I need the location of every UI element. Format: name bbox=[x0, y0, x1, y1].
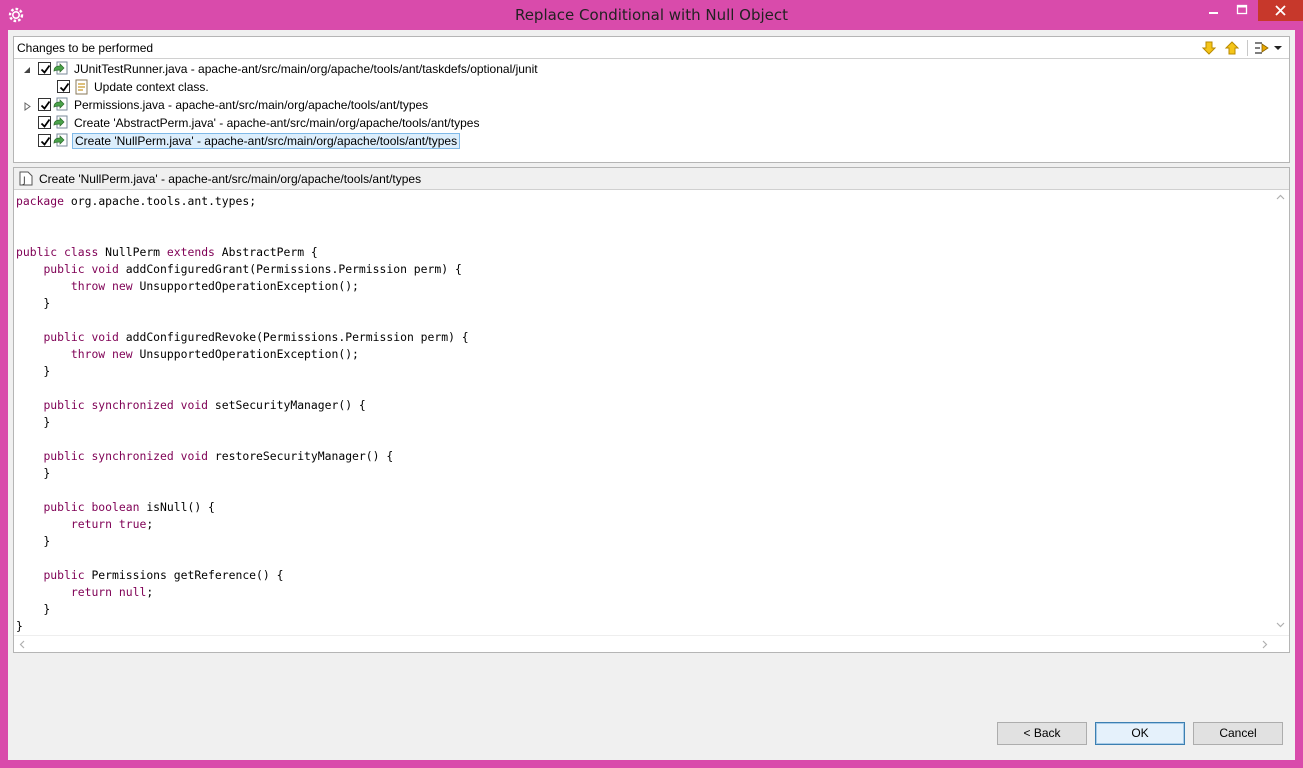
changes-title: Changes to be performed bbox=[17, 41, 154, 55]
code-line: } bbox=[16, 415, 51, 429]
checkbox[interactable] bbox=[38, 116, 51, 129]
code-line: throw new UnsupportedOperationException(… bbox=[70, 279, 359, 293]
tree-item-label: Update context class. bbox=[94, 80, 209, 94]
tree-item-label: Create 'NullPerm.java' - apache-ant/src/… bbox=[72, 133, 461, 149]
create-file-icon bbox=[53, 133, 69, 149]
tree-item-label: Permissions.java - apache-ant/src/main/o… bbox=[74, 98, 429, 112]
code-line: } bbox=[16, 602, 51, 616]
expanded-icon[interactable] bbox=[23, 64, 32, 73]
checkbox[interactable] bbox=[57, 80, 70, 93]
code-line: } bbox=[16, 534, 51, 548]
changes-panel: Changes to be performed JUnitTestRunner.… bbox=[13, 36, 1290, 163]
tree-item-update-context[interactable]: Update context class. bbox=[14, 78, 1289, 96]
tree-item-label: JUnitTestRunner.java - apache-ant/src/ma… bbox=[74, 62, 538, 76]
minimize-button[interactable] bbox=[1200, 0, 1227, 21]
ok-button[interactable]: OK bbox=[1095, 722, 1185, 745]
code-line: } bbox=[16, 466, 51, 480]
vertical-scrollbar[interactable] bbox=[1272, 191, 1289, 634]
code-line: public void addConfiguredRevoke(Permissi… bbox=[43, 330, 469, 344]
java-file-icon: J bbox=[19, 171, 33, 186]
window-title: Replace Conditional with Null Object bbox=[514, 6, 789, 24]
tree-item-label: Create 'AbstractPerm.java' - apache-ant/… bbox=[74, 116, 480, 130]
chevron-left-icon[interactable] bbox=[18, 640, 27, 652]
tree-item-create-nullperm[interactable]: Create 'NullPerm.java' - apache-ant/src/… bbox=[14, 132, 1289, 150]
changes-header: Changes to be performed bbox=[14, 37, 1289, 59]
close-button[interactable] bbox=[1258, 0, 1303, 21]
cancel-button[interactable]: Cancel bbox=[1193, 722, 1283, 745]
title-bar: Replace Conditional with Null Object bbox=[0, 0, 1303, 30]
create-file-icon bbox=[53, 115, 69, 131]
tree-item-junit-runner[interactable]: JUnitTestRunner.java - apache-ant/src/ma… bbox=[14, 60, 1289, 78]
arrow-up-icon[interactable] bbox=[1224, 40, 1240, 56]
checkbox[interactable] bbox=[38, 98, 51, 111]
code-line: return true; bbox=[70, 517, 154, 531]
change-file-icon bbox=[53, 97, 69, 113]
code-line: public class NullPerm extends AbstractPe… bbox=[16, 245, 318, 259]
tree-item-permissions[interactable]: Permissions.java - apache-ant/src/main/o… bbox=[14, 96, 1289, 114]
back-button[interactable]: < Back bbox=[997, 722, 1087, 745]
chevron-down-icon[interactable] bbox=[1276, 620, 1285, 632]
code-line: } bbox=[16, 296, 51, 310]
dialog-body: Changes to be performed JUnitTestRunner.… bbox=[8, 30, 1295, 760]
code-line: public synchronized void restoreSecurity… bbox=[43, 449, 394, 463]
chevron-right-icon[interactable] bbox=[1260, 640, 1269, 652]
arrow-down-icon[interactable] bbox=[1201, 40, 1217, 56]
preview-header: J Create 'NullPerm.java' - apache-ant/sr… bbox=[14, 168, 1289, 190]
horizontal-scrollbar[interactable] bbox=[14, 635, 1289, 652]
toolbar-separator bbox=[1247, 40, 1248, 56]
chevron-up-icon[interactable] bbox=[1276, 193, 1285, 205]
code-line: public synchronized void setSecurityMana… bbox=[43, 398, 366, 412]
code-line: public boolean isNull() { bbox=[43, 500, 215, 514]
code-line: package org.apache.tools.ant.types; bbox=[16, 194, 257, 208]
tree-item-create-abstractperm[interactable]: Create 'AbstractPerm.java' - apache-ant/… bbox=[14, 114, 1289, 132]
change-file-icon bbox=[53, 61, 69, 77]
preview-panel: J Create 'NullPerm.java' - apache-ant/sr… bbox=[13, 167, 1290, 653]
svg-text:J: J bbox=[22, 176, 26, 186]
code-line: } bbox=[16, 619, 23, 633]
code-line: public void addConfiguredGrant(Permissio… bbox=[43, 262, 462, 276]
collapsed-icon[interactable] bbox=[23, 100, 32, 111]
checkbox[interactable] bbox=[38, 62, 51, 75]
maximize-button[interactable] bbox=[1228, 0, 1255, 21]
code-line: } bbox=[16, 364, 51, 378]
checkbox[interactable] bbox=[38, 134, 51, 147]
code-preview[interactable]: package org.apache.tools.ant.types; publ… bbox=[16, 193, 1274, 633]
edit-change-icon bbox=[73, 79, 89, 95]
code-line: throw new UnsupportedOperationException(… bbox=[70, 347, 359, 361]
preview-title: Create 'NullPerm.java' - apache-ant/src/… bbox=[39, 172, 422, 186]
filter-icon[interactable] bbox=[1254, 40, 1270, 56]
chevron-down-icon[interactable] bbox=[1273, 40, 1283, 56]
code-line: public Permissions getReference() { bbox=[43, 568, 284, 582]
code-line: return null; bbox=[70, 585, 154, 599]
